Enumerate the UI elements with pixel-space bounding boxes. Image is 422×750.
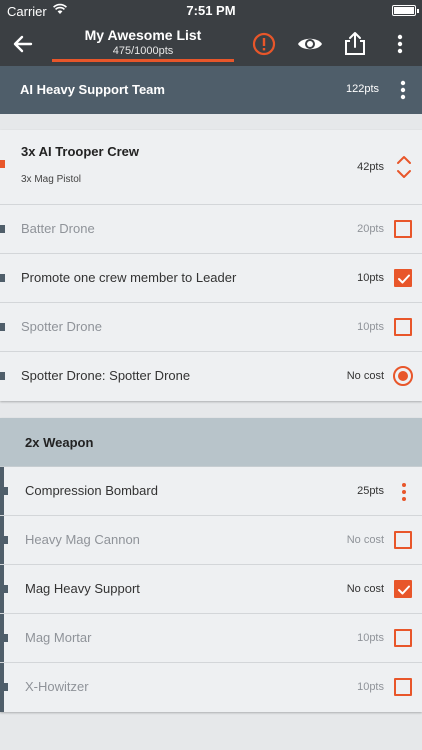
option-checkbox[interactable] [393, 219, 413, 239]
selection-marker [0, 160, 5, 168]
weapon-row[interactable]: Compression Bombard 25pts [0, 467, 422, 516]
weapon-checkbox[interactable] [393, 530, 413, 550]
weapon-points: No cost [346, 583, 384, 595]
row-marker [4, 683, 8, 691]
app-bar: My Awesome List 475/1000pts [0, 22, 422, 66]
unit-points: 122pts [345, 83, 379, 95]
unit-more-icon[interactable] [396, 78, 410, 102]
weapon-points: No cost [346, 534, 384, 546]
option-points: 10pts [357, 272, 384, 284]
weapon-row[interactable]: Mag Mortar 10pts [0, 614, 422, 663]
points-total: 475/1000pts [112, 45, 174, 57]
option-points: No cost [346, 370, 384, 382]
option-row[interactable]: Promote one crew member to Leader 10pts [0, 254, 422, 303]
weapon-row[interactable]: Mag Heavy Support No cost [0, 565, 422, 614]
weapon-group-name: 2x Weapon [25, 435, 94, 450]
row-marker [4, 634, 8, 642]
back-arrow-icon[interactable] [10, 31, 36, 57]
more-vertical-icon[interactable] [386, 30, 414, 58]
list-title-button[interactable]: My Awesome List 475/1000pts [52, 24, 234, 62]
option-checkbox[interactable] [393, 317, 413, 337]
row-marker [4, 536, 8, 544]
weapon-row[interactable]: X-Howitzer 10pts [0, 663, 422, 712]
row-marker [0, 225, 5, 233]
option-row[interactable]: Spotter Drone 10pts [0, 303, 422, 352]
row-marker [4, 585, 8, 593]
option-row[interactable]: Batter Drone 20pts [0, 205, 422, 254]
option-row[interactable]: Spotter Drone: Spotter Drone No cost [0, 352, 422, 401]
crew-name: 3x AI Trooper Crew [21, 144, 139, 159]
crew-loadout: 3x Mag Pistol [21, 174, 82, 185]
weapon-label: Mag Heavy Support [25, 581, 140, 596]
weapon-checkbox[interactable] [393, 628, 413, 648]
weapon-group-card: 2x Weapon Compression Bombard 25pts Heav… [0, 418, 422, 712]
weapon-checkbox-checked[interactable] [393, 579, 413, 599]
option-label: Spotter Drone [21, 319, 102, 334]
page-title: My Awesome List [84, 27, 202, 43]
option-checkbox-checked[interactable] [393, 268, 413, 288]
weapon-row[interactable]: Heavy Mag Cannon No cost [0, 516, 422, 565]
weapon-group-header: 2x Weapon [0, 418, 422, 467]
crew-card: 3x AI Trooper Crew 3x Mag Pistol 42pts B… [0, 130, 422, 401]
clock: 7:51 PM [186, 3, 236, 18]
weapon-points: 10pts [357, 681, 384, 693]
status-bar: Carrier 7:51 PM [0, 0, 422, 22]
crew-row[interactable]: 3x AI Trooper Crew 3x Mag Pistol 42pts [0, 130, 422, 205]
unit-header[interactable]: AI Heavy Support Team 122pts [0, 66, 422, 114]
warning-icon[interactable] [250, 30, 278, 58]
option-points: 20pts [357, 223, 384, 235]
row-marker [0, 274, 5, 282]
battery-icon [392, 5, 419, 16]
expand-collapse-icon[interactable] [396, 154, 412, 180]
eye-icon[interactable] [296, 30, 324, 58]
row-marker [4, 487, 8, 495]
option-label: Batter Drone [21, 221, 95, 236]
crew-points: 42pts [357, 161, 384, 173]
weapon-points: 25pts [357, 485, 384, 497]
weapon-label: Heavy Mag Cannon [25, 532, 140, 547]
weapon-checkbox[interactable] [393, 677, 413, 697]
unit-name: AI Heavy Support Team [20, 82, 165, 97]
option-label: Spotter Drone: Spotter Drone [21, 368, 191, 383]
option-radio-selected[interactable] [393, 366, 413, 386]
weapon-points: 10pts [357, 632, 384, 644]
share-icon[interactable] [341, 30, 369, 58]
row-marker [0, 372, 5, 380]
option-points: 10pts [357, 321, 384, 333]
weapon-label: Mag Mortar [25, 630, 92, 645]
weapon-label: X-Howitzer [25, 679, 89, 694]
row-marker [0, 323, 5, 331]
weapon-label: Compression Bombard [25, 483, 158, 498]
option-label: Promote one crew member to Leader [21, 270, 237, 285]
weapon-more-icon[interactable] [399, 481, 409, 503]
